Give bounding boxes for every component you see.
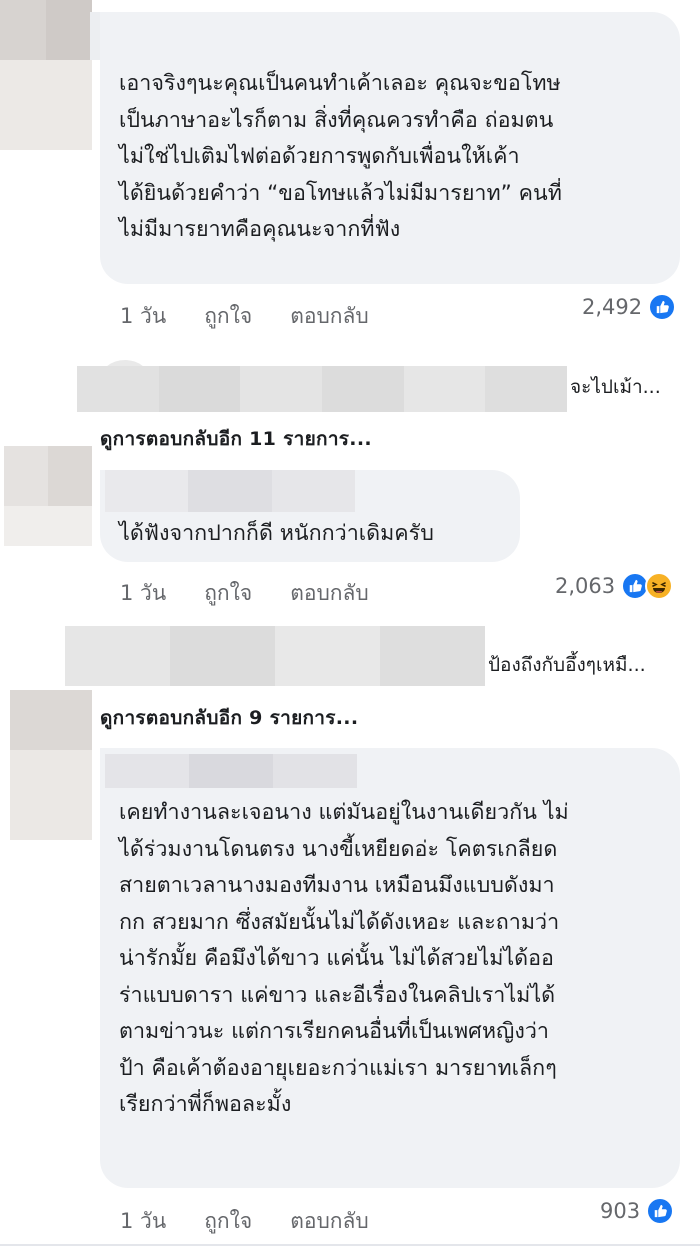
- reaction-count: 2,063: [555, 574, 616, 598]
- avatar[interactable]: [4, 446, 92, 506]
- reaction-summary[interactable]: 2,492: [582, 293, 677, 321]
- view-more-replies[interactable]: ดูการตอบกลับอีก 9 รายการ...: [100, 703, 358, 733]
- comment-text: เคยทำงานละเจอนาง แต่มันอยู่ในงานเดียวกัน…: [119, 800, 569, 1117]
- comment-actions: 1 วัน ถูกใจ ตอบกลับ: [120, 300, 369, 333]
- reply-button[interactable]: ตอบกลับ: [290, 1205, 369, 1238]
- timestamp[interactable]: 1 วัน: [120, 1205, 166, 1238]
- reaction-count: 2,492: [582, 295, 643, 319]
- commenter-name-redacted[interactable]: [105, 470, 355, 512]
- reply-button[interactable]: ตอบกลับ: [290, 577, 369, 610]
- timestamp[interactable]: 1 วัน: [120, 300, 166, 333]
- like-icon: [646, 1197, 675, 1225]
- avatar[interactable]: [0, 0, 92, 60]
- like-button[interactable]: ถูกใจ: [204, 300, 252, 333]
- avatar-shadow: [4, 506, 92, 546]
- haha-icon: [645, 572, 674, 600]
- bottom-divider: [0, 1244, 700, 1246]
- reply-button[interactable]: ตอบกลับ: [290, 300, 369, 333]
- reply-preview-text[interactable]: จะไปเม้า...: [570, 372, 661, 402]
- reply-preview-text[interactable]: ป้องถึงกับอึ้งๆเหมื...: [488, 650, 646, 680]
- comment-text: เอาจริงๆนะคุณเป็นคนทำเค้าเลอะ คุณจะขอโทษ…: [119, 71, 562, 242]
- timestamp[interactable]: 1 วัน: [120, 577, 166, 610]
- reply-preview-redacted[interactable]: [65, 626, 485, 686]
- like-button[interactable]: ถูกใจ: [204, 1205, 252, 1238]
- reaction-summary[interactable]: 903: [600, 1197, 675, 1225]
- reaction-summary[interactable]: 2,063: [555, 572, 674, 600]
- reply-preview-redacted[interactable]: [77, 366, 567, 412]
- commenter-name-redacted[interactable]: [105, 754, 357, 788]
- like-icon: [648, 293, 677, 321]
- avatar: [0, 60, 92, 150]
- comment-actions: 1 วัน ถูกใจ ตอบกลับ: [120, 1205, 369, 1238]
- avatar-shadow: [10, 750, 92, 840]
- comment-actions: 1 วัน ถูกใจ ตอบกลับ: [120, 577, 369, 610]
- like-button[interactable]: ถูกใจ: [204, 577, 252, 610]
- reaction-count: 903: [600, 1199, 641, 1223]
- comment-text: ได้ฟังจากปากก็ดี หนักกว่าเดิมครับ: [119, 521, 434, 546]
- view-more-replies[interactable]: ดูการตอบกลับอีก 11 รายการ...: [100, 424, 372, 454]
